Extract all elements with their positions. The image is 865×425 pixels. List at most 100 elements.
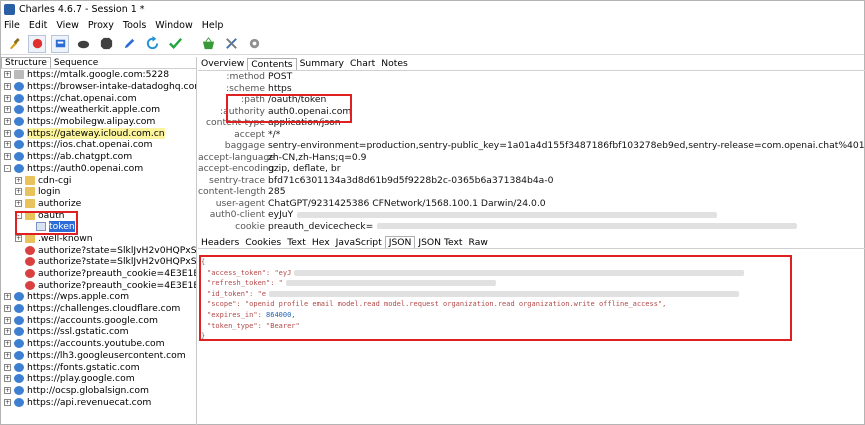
redacted-value bbox=[297, 211, 718, 218]
tree-row[interactable]: + https://browser-intake-datadoghq.com bbox=[1, 81, 196, 93]
tab-text[interactable]: Text bbox=[284, 237, 309, 248]
tab-json-text[interactable]: JSON Text bbox=[415, 237, 465, 248]
tree-row[interactable]: + https://gateway.icloud.com.cn bbox=[1, 127, 196, 139]
tree-row[interactable]: + https://accounts.google.com bbox=[1, 314, 196, 326]
tab-sequence[interactable]: Sequence bbox=[51, 58, 101, 68]
tree-row[interactable]: + https://chat.openai.com bbox=[1, 92, 196, 104]
tab-notes[interactable]: Notes bbox=[378, 58, 411, 69]
tab-headers[interactable]: Headers bbox=[198, 237, 242, 248]
menu-window[interactable]: Window bbox=[155, 20, 192, 31]
expand-icon[interactable]: + bbox=[4, 94, 11, 102]
header-row[interactable]: accept */* bbox=[198, 129, 865, 141]
expand-icon[interactable]: + bbox=[4, 340, 11, 348]
tree-row[interactable]: + https://weatherkit.apple.com bbox=[1, 104, 196, 116]
tree-row-label: https://api.revenuecat.com bbox=[27, 396, 152, 408]
tab-summary[interactable]: Summary bbox=[297, 58, 347, 69]
tree-row[interactable]: + https://lh3.googleusercontent.com bbox=[1, 350, 196, 362]
expand-icon[interactable]: + bbox=[4, 328, 11, 336]
tree-row[interactable]: - https://auth0.openai.com bbox=[1, 163, 196, 175]
tree-row[interactable]: + https://mobilegw.alipay.com bbox=[1, 116, 196, 128]
header-row[interactable]: :scheme https bbox=[198, 83, 865, 95]
header-row[interactable]: accept-language zh-CN,zh-Hans;q=0.9 bbox=[198, 152, 865, 164]
expand-icon[interactable]: + bbox=[4, 153, 11, 161]
expand-icon[interactable]: + bbox=[4, 106, 11, 114]
tree-row[interactable]: authorize?preauth_cookie=4E3E1E3F-97. bbox=[1, 268, 196, 280]
menu-view[interactable]: View bbox=[56, 20, 79, 31]
menu-file[interactable]: File bbox=[4, 20, 20, 31]
tools-button[interactable] bbox=[222, 35, 240, 53]
expand-icon[interactable]: + bbox=[4, 363, 11, 371]
settings-button[interactable] bbox=[245, 35, 263, 53]
repeat-button[interactable] bbox=[143, 35, 161, 53]
tree-row[interactable]: + https://fonts.gstatic.com bbox=[1, 361, 196, 373]
stop-button[interactable] bbox=[97, 35, 115, 53]
menu-edit[interactable]: Edit bbox=[29, 20, 47, 31]
expand-icon[interactable]: + bbox=[4, 293, 11, 301]
expand-icon[interactable]: + bbox=[4, 316, 11, 324]
header-row[interactable]: user-agent ChatGPT/9231425386 CFNetwork/1… bbox=[198, 198, 865, 210]
header-row[interactable]: accept-encoding gzip, deflate, br bbox=[198, 163, 865, 175]
tab-json[interactable]: JSON bbox=[384, 236, 416, 248]
header-row[interactable]: content-length 285 bbox=[198, 186, 865, 198]
tree-row[interactable]: + https://ssl.gstatic.com bbox=[1, 326, 196, 338]
tab-raw[interactable]: Raw bbox=[466, 237, 491, 248]
tree-row[interactable]: + login bbox=[1, 186, 196, 198]
header-row[interactable]: sentry-trace bfd71c6301134a3d8d61b9d5f922… bbox=[198, 175, 865, 187]
tab-structure[interactable]: Structure bbox=[1, 57, 51, 68]
tab-cookies[interactable]: Cookies bbox=[242, 237, 284, 248]
compose-button[interactable] bbox=[120, 35, 138, 53]
tree-row-label: https://mobilegw.alipay.com bbox=[27, 116, 156, 128]
throttle-button[interactable] bbox=[51, 34, 69, 53]
expand-icon[interactable]: + bbox=[4, 398, 11, 406]
clear-session-button[interactable] bbox=[5, 35, 23, 53]
tree-row[interactable]: + https://mtalk.google.com:5228 bbox=[1, 69, 196, 81]
expand-icon[interactable]: + bbox=[4, 71, 11, 79]
tree-row[interactable]: + https://ab.chatgpt.com bbox=[1, 151, 196, 163]
menu-help[interactable]: Help bbox=[202, 20, 224, 31]
collapse-icon[interactable]: - bbox=[4, 164, 11, 172]
breakpoints-button[interactable] bbox=[74, 35, 92, 53]
body-tab-bar: Headers Cookies Text Hex JavaScript JSON… bbox=[198, 236, 865, 249]
header-row[interactable]: :method POST bbox=[198, 71, 865, 83]
expand-icon[interactable]: + bbox=[4, 141, 11, 149]
header-row[interactable]: baggage sentry-environment=production,sen… bbox=[198, 140, 865, 152]
validate-button[interactable] bbox=[166, 35, 184, 53]
tree-row[interactable]: + https://api.revenuecat.com bbox=[1, 396, 196, 408]
tree-row[interactable]: + https://accounts.youtube.com bbox=[1, 338, 196, 350]
expand-icon[interactable]: + bbox=[15, 199, 22, 207]
expand-icon[interactable]: + bbox=[4, 386, 11, 394]
header-row[interactable]: cookie preauth_devicecheck= bbox=[198, 221, 865, 233]
expand-icon[interactable]: + bbox=[4, 129, 11, 137]
expand-icon[interactable]: + bbox=[4, 118, 11, 126]
menu-proxy[interactable]: Proxy bbox=[88, 20, 114, 31]
expand-icon[interactable]: + bbox=[4, 305, 11, 313]
tab-overview[interactable]: Overview bbox=[198, 58, 247, 69]
tree-row[interactable]: authorize?preauth_cookie=4E3E1E3F-97. bbox=[1, 279, 196, 291]
tree-row[interactable]: + https://challenges.cloudflare.com bbox=[1, 303, 196, 315]
tree-row[interactable]: + https://wps.apple.com bbox=[1, 291, 196, 303]
tree-row[interactable]: + authorize bbox=[1, 198, 196, 210]
tab-chart[interactable]: Chart bbox=[347, 58, 378, 69]
expand-icon[interactable]: + bbox=[15, 176, 22, 184]
tree-row[interactable]: + https://ios.chat.openai.com bbox=[1, 139, 196, 151]
tree-row[interactable]: + https://play.google.com bbox=[1, 373, 196, 385]
tree-row[interactable]: authorize?state=SlklJvH2v0HQPxS5lLl57j bbox=[1, 256, 196, 268]
tab-hex[interactable]: Hex bbox=[309, 237, 333, 248]
header-row[interactable]: auth0-client eyJuY bbox=[198, 209, 865, 221]
menu-tools[interactable]: Tools bbox=[123, 20, 146, 31]
tab-contents[interactable]: Contents bbox=[247, 57, 297, 70]
tree-row[interactable]: + cdn-cgi bbox=[1, 174, 196, 186]
expand-icon[interactable]: + bbox=[4, 83, 11, 91]
expand-icon[interactable]: + bbox=[15, 188, 22, 196]
record-button[interactable] bbox=[28, 34, 46, 53]
tab-javascript[interactable]: JavaScript bbox=[333, 237, 385, 248]
expand-icon[interactable]: + bbox=[4, 375, 11, 383]
tree-row-label: https://browser-intake-datadoghq.com bbox=[27, 81, 197, 93]
globe-icon bbox=[14, 339, 24, 349]
tree-row[interactable]: + http://ocsp.globalsign.com bbox=[1, 385, 196, 397]
expand-icon[interactable]: + bbox=[15, 234, 22, 242]
expand-icon[interactable]: + bbox=[4, 351, 11, 359]
shop-button[interactable] bbox=[199, 35, 217, 53]
tree-row[interactable]: authorize?state=SlklJvH2v0HQPxS5lLl57j bbox=[1, 244, 196, 256]
header-value: gzip, deflate, br bbox=[268, 163, 341, 175]
